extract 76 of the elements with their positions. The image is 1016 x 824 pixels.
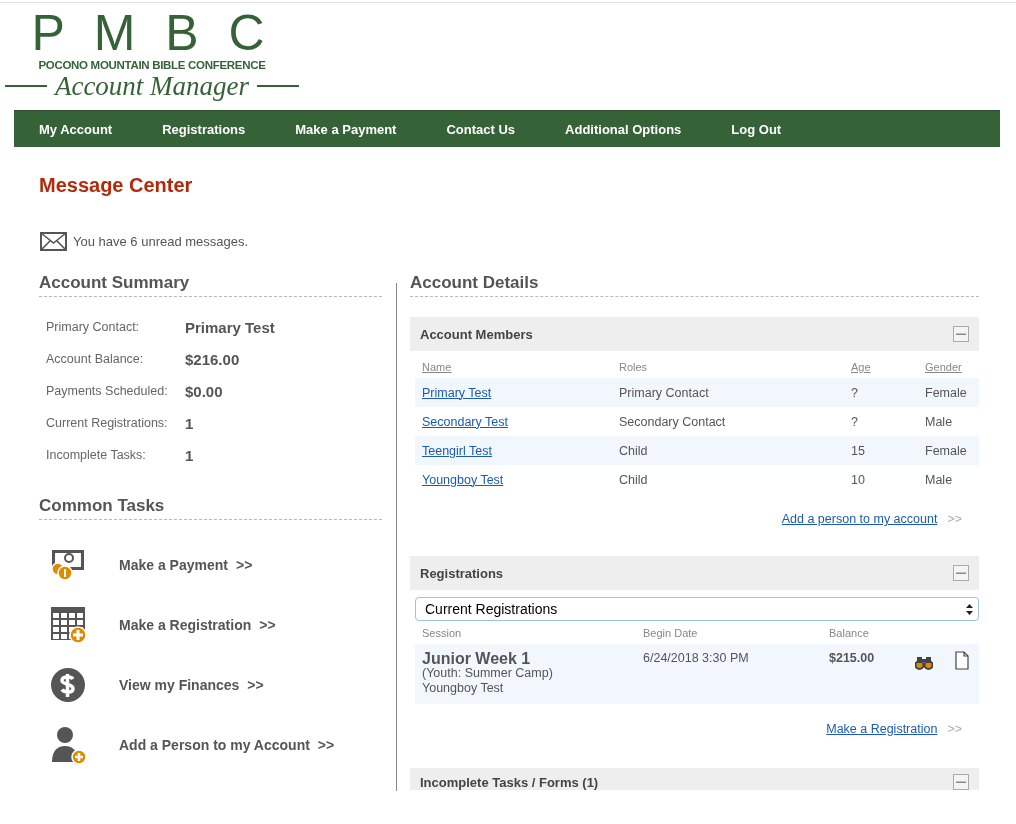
column-header: Session bbox=[415, 621, 636, 644]
member-role: Secondary Contact bbox=[612, 407, 844, 436]
summary-label: Incomplete Tasks: bbox=[46, 447, 147, 464]
money-icon bbox=[50, 547, 86, 582]
document-icon[interactable] bbox=[955, 651, 969, 670]
column-header: Roles bbox=[612, 351, 844, 378]
logo-tagline: Account Manager bbox=[54, 72, 250, 100]
page-title: Message Center bbox=[39, 173, 194, 197]
nav-link[interactable]: Log Out bbox=[731, 117, 782, 141]
chevron-text: >> bbox=[247, 676, 264, 693]
nav-link[interactable]: Make a Payment bbox=[295, 117, 397, 141]
section-heading: Account Summary bbox=[39, 273, 382, 297]
chevron-text: >> bbox=[317, 736, 335, 753]
member-age: ? bbox=[844, 378, 918, 407]
collapse-icon bbox=[953, 565, 969, 581]
task-link[interactable]: View my Finances bbox=[119, 676, 240, 693]
member-name-link[interactable]: Teengirl Test bbox=[422, 443, 492, 458]
member-role: Child bbox=[612, 465, 844, 494]
nav-link[interactable]: Additional Options bbox=[565, 117, 682, 141]
summary-value: 1 bbox=[185, 446, 195, 466]
summary-value: 1 bbox=[185, 414, 195, 434]
dropdown-arrows-icon bbox=[965, 602, 974, 616]
chevron-text: >> bbox=[235, 556, 253, 573]
panel-title: Registrations bbox=[420, 565, 504, 581]
member-age: 10 bbox=[844, 465, 918, 494]
member-age: 15 bbox=[844, 436, 918, 465]
panel-title: Account Members bbox=[420, 326, 533, 342]
summary-value: $216.00 bbox=[185, 350, 241, 370]
section-heading: Account Details bbox=[410, 273, 979, 297]
logo-letters: P M B C bbox=[31, 8, 273, 58]
begin-date: 6/24/2018 3:30 PM bbox=[636, 644, 822, 704]
member-age: ? bbox=[844, 407, 918, 436]
summary-label: Current Registrations: bbox=[46, 415, 169, 432]
action-link[interactable]: Add a person to my account bbox=[781, 512, 938, 526]
task-link[interactable]: Add a Person to my Account bbox=[119, 736, 310, 753]
task-link[interactable]: Make a Registration bbox=[119, 616, 252, 633]
column-header: Begin Date bbox=[636, 621, 822, 644]
column-header[interactable]: Gender bbox=[918, 351, 979, 378]
nav-link[interactable]: Contact Us bbox=[446, 117, 516, 141]
dollar-icon bbox=[50, 666, 86, 703]
column-header: Balance bbox=[822, 621, 906, 644]
member-name-link[interactable]: Secondary Test bbox=[422, 414, 508, 429]
chevron-text: >> bbox=[947, 512, 962, 526]
nav-link[interactable]: My Account bbox=[39, 117, 113, 141]
collapse-icon bbox=[953, 326, 969, 342]
panel-title: Incomplete Tasks / Forms (1) bbox=[420, 775, 599, 790]
task-link[interactable]: Make a Payment bbox=[119, 556, 228, 573]
binoculars-icon[interactable] bbox=[915, 656, 933, 670]
balance-value: $215.00 bbox=[822, 644, 906, 704]
member-gender: Female bbox=[918, 378, 979, 407]
member-gender: Male bbox=[918, 465, 979, 494]
section-heading: Common Tasks bbox=[39, 496, 382, 520]
calendar-plus-icon bbox=[50, 605, 88, 644]
summary-label: Payments Scheduled: bbox=[46, 383, 169, 400]
summary-label: Account Balance: bbox=[46, 351, 145, 368]
nav-link[interactable]: Registrations bbox=[162, 117, 246, 141]
person-plus-icon bbox=[50, 725, 88, 764]
registrations-dropdown[interactable]: Current Registrations bbox=[415, 597, 979, 621]
column-header[interactable]: Name bbox=[415, 351, 612, 378]
column-header[interactable]: Age bbox=[844, 351, 918, 378]
member-name-link[interactable]: Youngboy Test bbox=[422, 472, 504, 487]
action-link[interactable]: Make a Registration bbox=[826, 722, 938, 736]
member-role: Primary Contact bbox=[612, 378, 844, 407]
chevron-text: >> bbox=[259, 616, 276, 633]
summary-value: $0.00 bbox=[185, 382, 224, 402]
envelope-icon bbox=[40, 232, 67, 251]
member-gender: Female bbox=[918, 436, 979, 465]
chevron-text: >> bbox=[947, 722, 962, 736]
member-name-link[interactable]: Primary Test bbox=[422, 385, 492, 400]
unread-messages-text: You have 6 unread messages. bbox=[73, 234, 249, 249]
summary-label: Primary Contact: bbox=[46, 319, 141, 336]
member-role: Child bbox=[612, 436, 844, 465]
logo-name: POCONO MOUNTAIN BIBLE CONFERENCE bbox=[38, 58, 266, 72]
session-cell: Junior Week 1 (Youth: Summer Camp) Youngboy Test bbox=[415, 644, 636, 704]
summary-value: Primary Test bbox=[185, 318, 276, 338]
member-gender: Male bbox=[918, 407, 979, 436]
